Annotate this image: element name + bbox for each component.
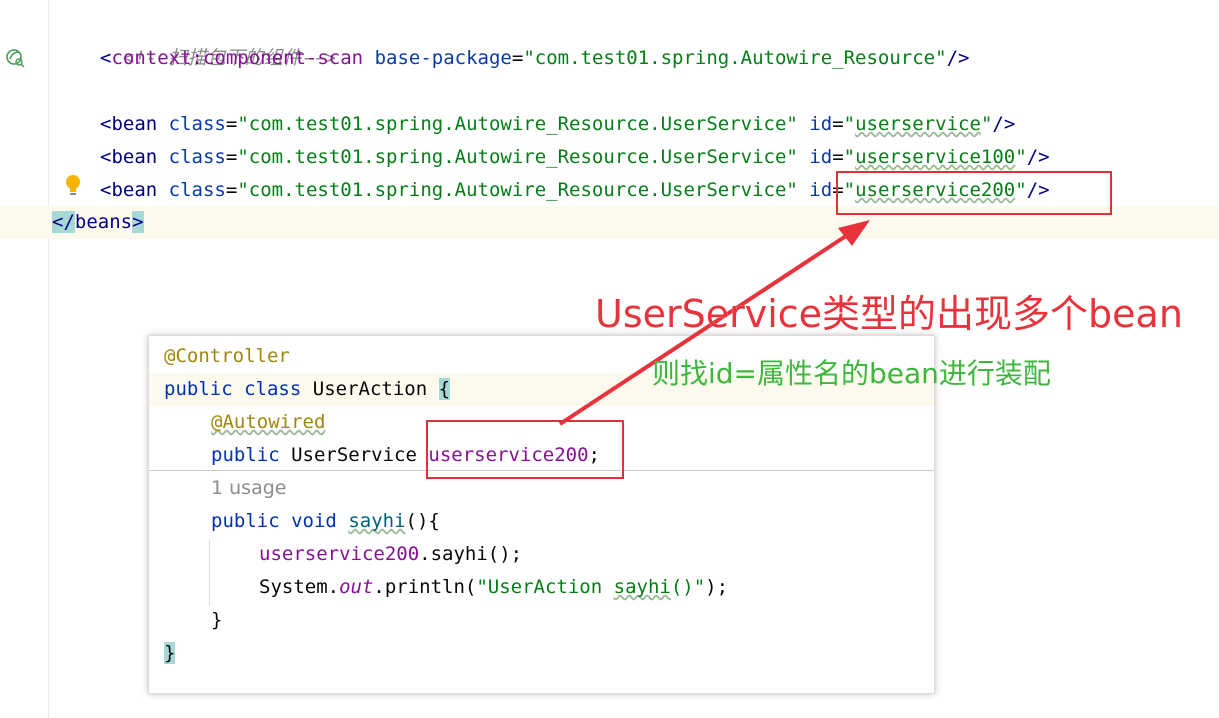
annotation-subtitle: 则找id=属性名的bean进行装配	[652, 357, 1051, 390]
annotation-title: UserService类型的出现多个bean	[595, 292, 1183, 336]
